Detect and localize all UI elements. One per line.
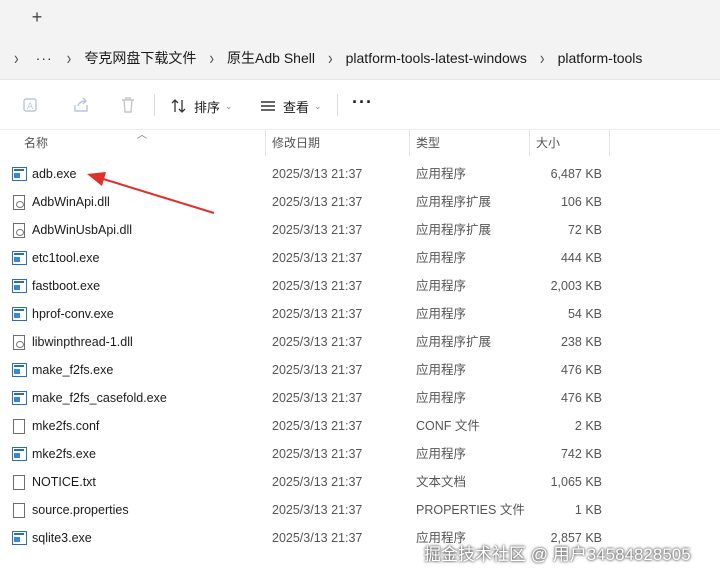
watermark: 掘金技术社区 @ 用户34584828505 bbox=[424, 545, 691, 564]
annotation-arrow bbox=[87, 172, 215, 214]
